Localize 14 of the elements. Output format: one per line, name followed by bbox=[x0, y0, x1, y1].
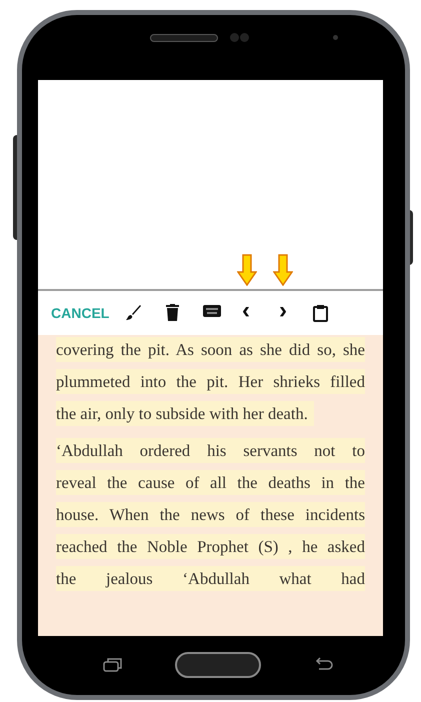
down-arrow-icon bbox=[237, 254, 257, 286]
camera-icon bbox=[230, 33, 248, 42]
brush-icon[interactable] bbox=[125, 304, 142, 321]
down-arrow-icon bbox=[273, 254, 293, 286]
home-button[interactable] bbox=[175, 652, 261, 678]
back-icon[interactable] bbox=[313, 657, 333, 673]
speaker-grille-icon bbox=[150, 34, 218, 42]
previous-button[interactable]: ‹ bbox=[240, 297, 252, 325]
clipboard-icon[interactable] bbox=[313, 304, 328, 322]
trash-icon[interactable] bbox=[166, 304, 179, 321]
keyboard-icon[interactable] bbox=[203, 304, 221, 318]
sensor-icon bbox=[332, 35, 338, 40]
recent-apps-icon[interactable] bbox=[103, 657, 123, 673]
next-button[interactable]: › bbox=[277, 297, 289, 325]
